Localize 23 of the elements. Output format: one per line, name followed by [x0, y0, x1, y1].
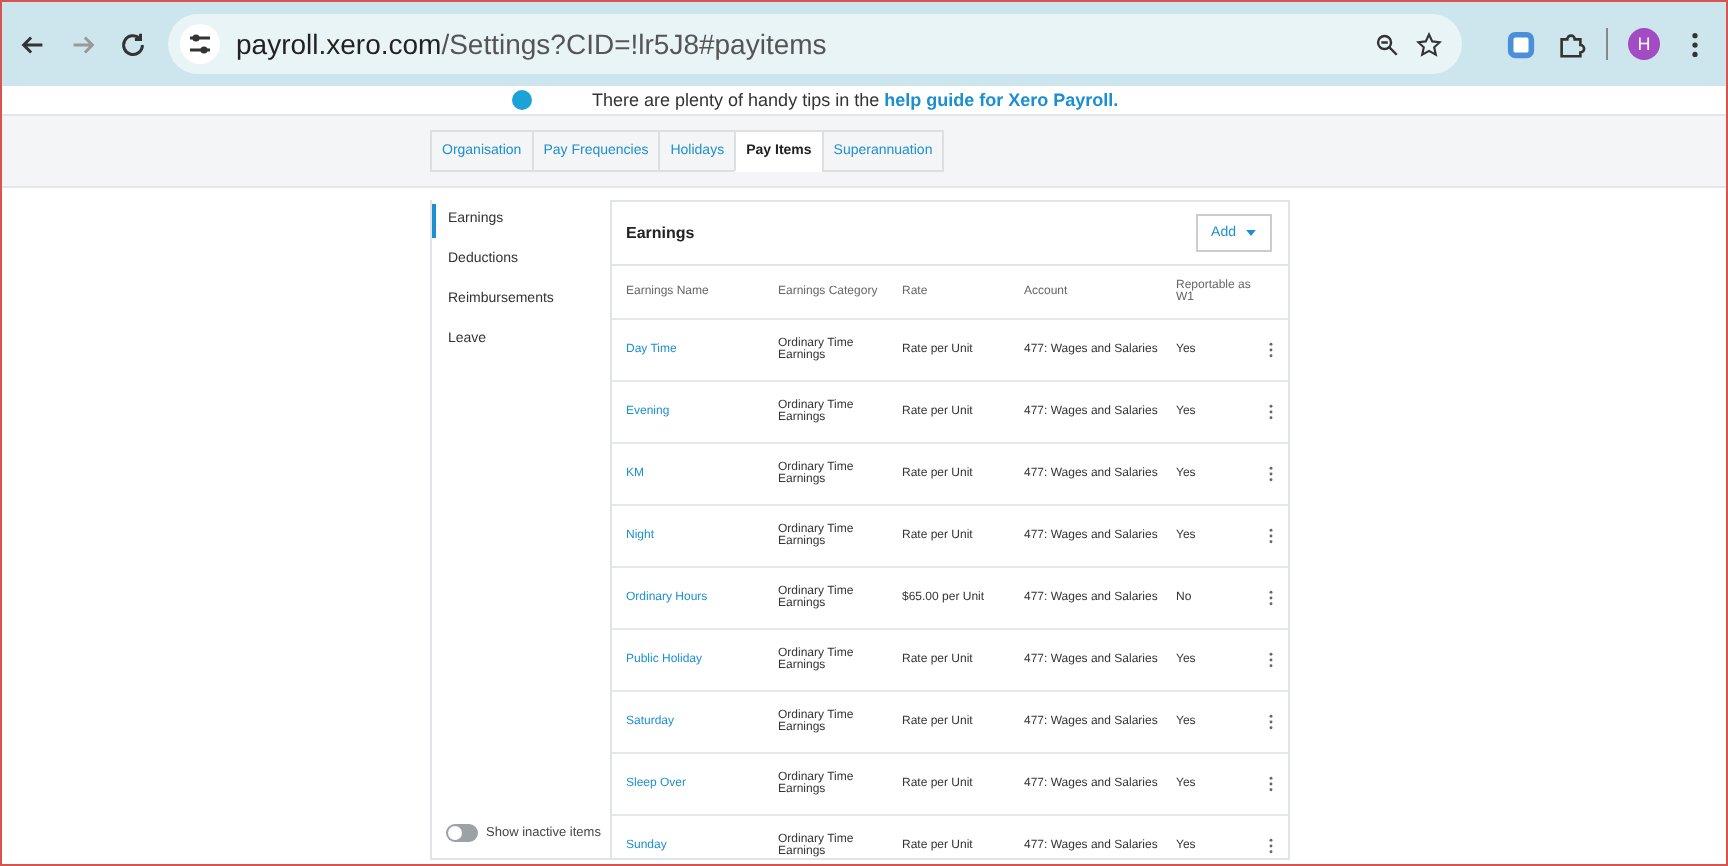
profile-avatar[interactable]: H — [1628, 28, 1660, 60]
more-options-icon[interactable] — [1267, 776, 1273, 792]
more-options-icon[interactable] — [1267, 528, 1273, 544]
toggle-switch[interactable] — [446, 824, 478, 842]
more-options-icon[interactable] — [1267, 714, 1273, 730]
caret-icon — [1246, 230, 1256, 236]
more-options-icon[interactable] — [1267, 838, 1273, 854]
more-options-icon[interactable] — [1267, 466, 1273, 482]
puzzle-icon[interactable] — [1556, 29, 1586, 59]
more-options-icon[interactable] — [1267, 652, 1273, 668]
section-title: Earnings — [626, 224, 695, 242]
more-options-icon[interactable] — [1267, 342, 1273, 358]
zoom-icon[interactable] — [1374, 31, 1400, 57]
help-text: There are plenty of handy tips in the help guide for Xero Payroll. — [592, 90, 1119, 110]
reload-icon[interactable] — [118, 29, 148, 59]
more-options-icon[interactable] — [1267, 590, 1273, 606]
url-text: payroll.xero.com/Settings?CID=!lr5J8#payitems — [236, 28, 829, 60]
site-settings-icon[interactable] — [180, 24, 220, 64]
help-guide-link[interactable]: help guide for Xero Payroll. — [884, 90, 1119, 110]
bookmark-star-icon[interactable] — [1416, 31, 1442, 57]
address-bar[interactable]: payroll.xero.com/Settings?CID=!lr5J8#payitems — [168, 14, 1462, 74]
extension-icon[interactable] — [1506, 29, 1536, 59]
more-options-icon[interactable] — [1267, 404, 1273, 420]
